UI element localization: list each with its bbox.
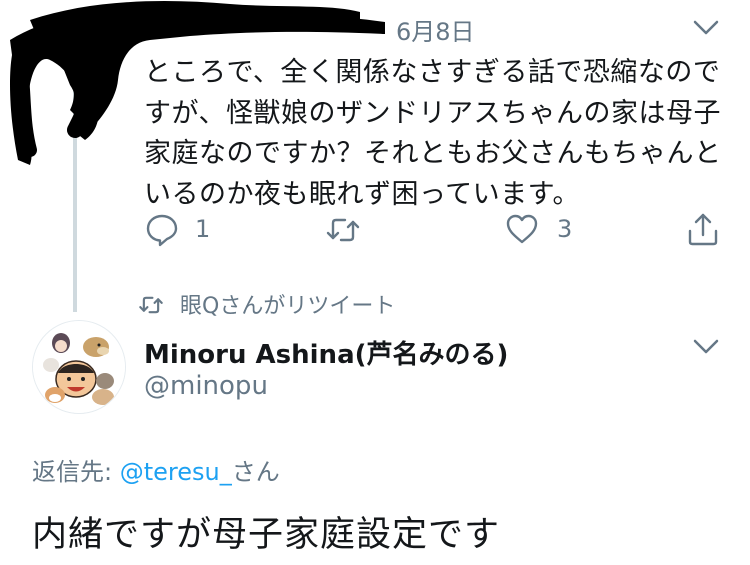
reply-mention-link[interactable]: @teresu_: [120, 458, 232, 486]
retweeted-notice: 眼Qさんがリツイート: [138, 288, 395, 320]
like-count: 3: [557, 215, 573, 243]
avatar[interactable]: [32, 320, 126, 414]
retweeted-by-text[interactable]: 眼Qさんがリツイート: [180, 294, 395, 319]
reply-to: 返信先: @teresu_さん: [32, 452, 280, 487]
user-handle[interactable]: @minopu: [144, 371, 268, 401]
chevron-down-icon[interactable]: [693, 339, 719, 355]
tweet-date[interactable]: 6月8日: [396, 12, 475, 47]
main-tweet-text: 内緒ですが母子家庭設定です: [32, 515, 501, 555]
share-icon[interactable]: [686, 211, 720, 247]
display-name[interactable]: Minoru Ashina(芦名みのる): [144, 334, 508, 371]
tweet-text: ところで、全く関係なさすぎる話で恐縮なのですが、怪獣娘のザンドリアスちゃんの家は…: [144, 57, 722, 210]
retweet-icon[interactable]: [326, 216, 360, 244]
reply-to-suffix: さん: [231, 458, 280, 486]
chevron-down-icon[interactable]: [693, 20, 719, 36]
like-icon[interactable]: [505, 213, 539, 245]
reply-count: 1: [195, 215, 211, 243]
reply-to-prefix: 返信先:: [32, 458, 120, 486]
reply-icon[interactable]: [145, 213, 179, 247]
retweet-icon: [139, 296, 163, 314]
